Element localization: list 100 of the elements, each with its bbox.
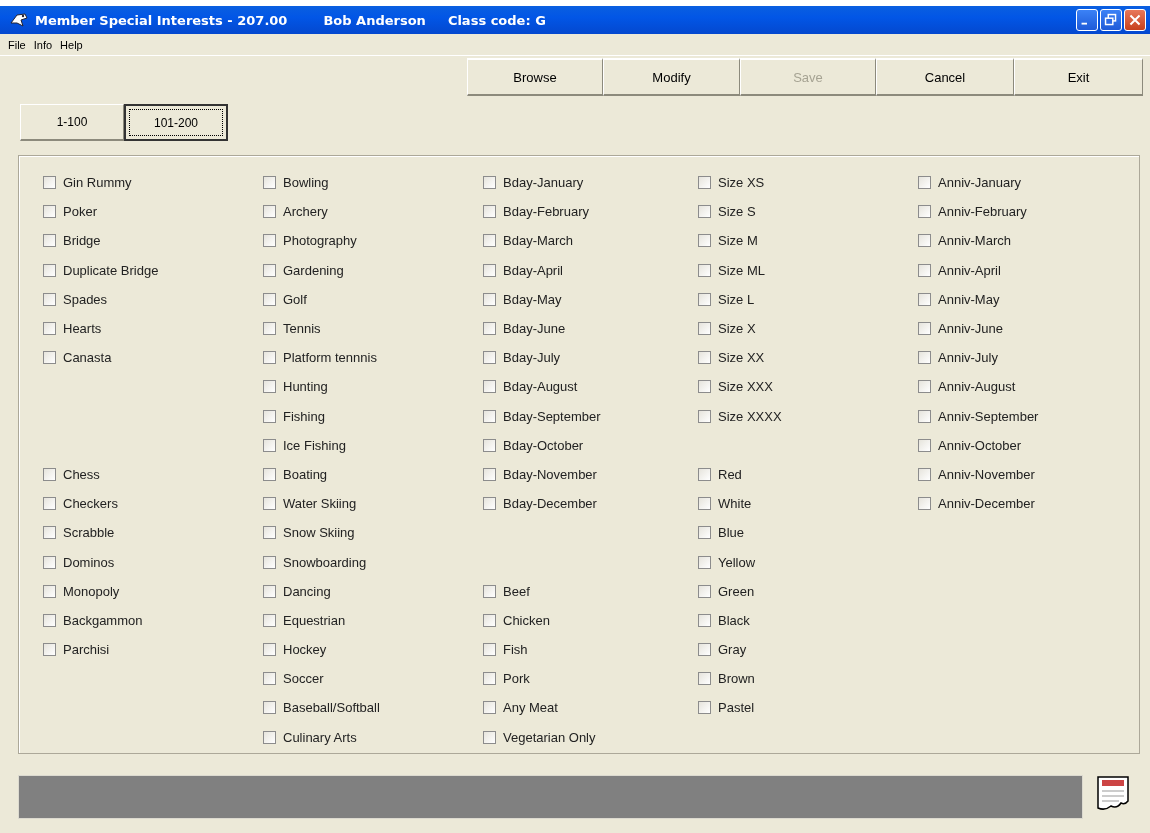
menu-item[interactable]: Help [57,38,86,51]
checkbox-label[interactable]: Anniv-January [938,175,1022,191]
checkbox[interactable] [918,234,931,248]
checkbox[interactable] [43,351,56,365]
checkbox-label[interactable]: Hearts [63,321,102,337]
checkbox-label[interactable]: Bridge [63,233,101,249]
checkbox-label[interactable]: Archery [283,204,328,220]
checkbox[interactable] [43,497,56,511]
checkbox[interactable] [918,467,931,481]
restore-button[interactable] [1100,9,1122,31]
checkbox[interactable] [263,322,276,336]
checkbox-label[interactable]: Bday-November [503,466,597,482]
checkbox[interactable] [698,584,711,598]
checkbox[interactable] [483,467,496,481]
checkbox[interactable] [918,263,931,277]
checkbox[interactable] [263,292,276,306]
toolbar-button[interactable]: Modify [603,58,740,96]
checkbox-label[interactable]: Fishing [283,408,325,424]
checkbox[interactable] [263,730,276,744]
checkbox[interactable] [43,234,56,248]
checkbox-label[interactable]: White [718,496,752,512]
checkbox[interactable] [263,176,276,190]
checkbox-label[interactable]: Green [718,583,755,599]
checkbox-label[interactable]: Water Skiing [283,496,357,512]
checkbox[interactable] [918,380,931,394]
checkbox[interactable] [43,526,56,540]
checkbox[interactable] [43,322,56,336]
checkbox-label[interactable]: Fish [503,642,528,658]
checkbox-label[interactable]: Snow Skiing [283,525,355,541]
checkbox[interactable] [263,205,276,219]
toolbar-button[interactable]: Cancel [876,58,1014,96]
checkbox-label[interactable]: Tennis [283,321,321,337]
checkbox-label[interactable]: Chess [63,466,100,482]
checkbox[interactable] [698,380,711,394]
checkbox-label[interactable]: Parchisi [63,642,110,658]
checkbox-label[interactable]: Anniv-October [938,437,1022,453]
checkbox[interactable] [698,176,711,190]
checkbox[interactable] [918,205,931,219]
checkbox-label[interactable]: Bday-October [503,437,584,453]
checkbox[interactable] [698,205,711,219]
checkbox[interactable] [918,409,931,423]
checkbox[interactable] [263,409,276,423]
menu-item[interactable]: File [5,38,29,51]
checkbox[interactable] [263,467,276,481]
checkbox-label[interactable]: Platform tennnis [283,350,377,366]
checkbox[interactable] [263,380,276,394]
checkbox[interactable] [263,672,276,686]
checkbox[interactable] [43,613,56,627]
checkbox[interactable] [43,176,56,190]
checkbox[interactable] [918,351,931,365]
memo-icon[interactable] [1095,775,1131,813]
checkbox-label[interactable]: Beef [503,583,530,599]
checkbox[interactable] [483,263,496,277]
checkbox[interactable] [263,351,276,365]
checkbox-label[interactable]: Size L [718,291,755,307]
close-button[interactable] [1124,9,1146,31]
checkbox-label[interactable]: Bday-December [503,496,597,512]
checkbox-label[interactable]: Anniv-March [938,233,1011,249]
checkbox-label[interactable]: Anniv-August [938,379,1016,395]
toolbar-button[interactable]: Browse [467,58,603,96]
checkbox[interactable] [483,672,496,686]
checkbox[interactable] [698,409,711,423]
checkbox[interactable] [43,292,56,306]
checkbox-label[interactable]: Anniv-February [938,204,1027,220]
checkbox-label[interactable]: Size S [718,204,756,220]
checkbox-label[interactable]: Backgammon [63,612,143,628]
checkbox[interactable] [43,263,56,277]
checkbox-label[interactable]: Culinary Arts [283,729,357,745]
checkbox-label[interactable]: Poker [63,204,97,220]
checkbox-label[interactable]: Dancing [283,583,331,599]
checkbox[interactable] [698,526,711,540]
checkbox[interactable] [483,322,496,336]
checkbox[interactable] [918,176,931,190]
toolbar-button[interactable]: Exit [1014,58,1143,96]
checkbox-label[interactable]: Bday-August [503,379,578,395]
checkbox-label[interactable]: Size ML [718,262,765,278]
range-tab[interactable]: 1-100 [20,104,124,141]
checkbox-label[interactable]: Size M [718,233,758,249]
checkbox[interactable] [918,497,931,511]
checkbox-label[interactable]: Baseball/Softball [283,700,380,716]
checkbox[interactable] [263,497,276,511]
checkbox[interactable] [483,205,496,219]
checkbox[interactable] [483,730,496,744]
checkbox[interactable] [43,467,56,481]
checkbox-label[interactable]: Anniv-July [938,350,998,366]
checkbox-label[interactable]: Bday-May [503,291,562,307]
checkbox[interactable] [483,643,496,657]
checkbox-label[interactable]: Soccer [283,671,324,687]
checkbox[interactable] [698,643,711,657]
checkbox[interactable] [698,555,711,569]
checkbox-label[interactable]: Blue [718,525,745,541]
checkbox[interactable] [698,263,711,277]
minimize-button[interactable] [1076,9,1098,31]
checkbox[interactable] [483,380,496,394]
checkbox-label[interactable]: Bday-March [503,233,574,249]
checkbox[interactable] [698,672,711,686]
checkbox-label[interactable]: Size XXXX [718,408,782,424]
checkbox-label[interactable]: Brown [718,671,755,687]
checkbox[interactable] [483,351,496,365]
checkbox[interactable] [263,701,276,715]
